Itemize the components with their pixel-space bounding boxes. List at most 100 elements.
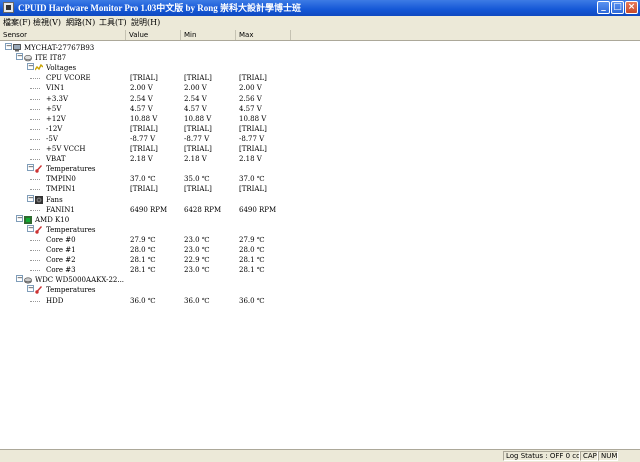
column-value[interactable]: Value	[126, 30, 181, 40]
sensor-value: 28.0 ℃	[130, 246, 156, 254]
tree-connector	[30, 300, 40, 302]
sensor-min: 23.0 ℃	[184, 235, 210, 244]
tree-connector	[30, 118, 40, 120]
num-indicator: NUM	[598, 451, 618, 461]
app-icon[interactable]	[3, 2, 14, 13]
sensor-row[interactable]: TMPIN0 37.0 ℃ 35.0 ℃ 37.0 ℃	[0, 174, 640, 184]
sensor-name: TMPIN0	[46, 175, 76, 184]
collapse-toggle-icon[interactable]: −	[27, 63, 34, 71]
sensor-name: CPU VCORE	[46, 74, 91, 83]
sensor-value: [TRIAL]	[130, 124, 158, 133]
column-max[interactable]: Max	[236, 30, 291, 40]
node-label: Fans	[46, 195, 63, 204]
tree-connector	[30, 98, 40, 100]
sensor-name: VIN1	[46, 84, 65, 93]
menu-tools[interactable]: 工具(T)	[99, 16, 127, 29]
sensor-name: TMPIN1	[46, 185, 76, 194]
log-status: Log Status : OFF 0 conn	[503, 451, 580, 461]
sensor-min: 36.0 ℃	[184, 296, 210, 305]
tree-node-cpu-temperatures[interactable]: − Temperatures	[0, 224, 640, 235]
close-button[interactable]: ×	[625, 1, 638, 14]
sensor-min: [TRIAL]	[184, 124, 212, 133]
maximize-button[interactable]: □	[611, 1, 624, 14]
sensor-name: Core #0	[46, 235, 76, 244]
tree-connector	[30, 239, 40, 241]
node-label: Temperatures	[46, 165, 96, 174]
minimize-button[interactable]: _	[597, 1, 610, 14]
sensor-row[interactable]: CPU VCORE [TRIAL] [TRIAL] [TRIAL]	[0, 73, 640, 83]
sensor-min: 2.00 V	[184, 84, 207, 93]
sensor-min: 23.0 ℃	[184, 246, 210, 254]
sensor-max: [TRIAL]	[239, 185, 267, 194]
menu-file[interactable]: 檔案(F)	[3, 16, 31, 29]
tree-node-voltages[interactable]: − Voltages	[0, 63, 640, 73]
menu-help[interactable]: 說明(H)	[131, 16, 160, 29]
title-bar[interactable]: CPUID Hardware Monitor Pro 1.03中文版 by Ro…	[0, 0, 640, 16]
sensor-min: 10.88 V	[184, 114, 212, 123]
collapse-toggle-icon[interactable]: −	[27, 224, 34, 232]
collapse-toggle-icon[interactable]: −	[27, 164, 34, 172]
tree-connector	[30, 108, 40, 110]
node-label: AMD K10	[35, 215, 70, 224]
tree-node-fans[interactable]: − Fans	[0, 194, 640, 205]
sensor-min: 23.0 ℃	[184, 266, 210, 275]
node-label: Temperatures	[46, 225, 96, 234]
tree-node-computer[interactable]: − MYCHAT-27767B93	[0, 43, 640, 53]
sensor-value: 10.88 V	[130, 114, 158, 123]
column-min[interactable]: Min	[181, 30, 236, 40]
collapse-toggle-icon[interactable]: −	[16, 275, 23, 283]
sensor-row[interactable]: FANIN1 6490 RPM 6428 RPM 6490 RPM	[0, 205, 640, 215]
sensor-tree[interactable]: − MYCHAT-27767B93− ITE IT87− Voltages CPU VC…	[0, 41, 640, 449]
sensor-row[interactable]: VIN1 2.00 V 2.00 V 2.00 V	[0, 83, 640, 93]
column-header: Sensor Value Min Max	[0, 30, 640, 41]
tree-node-temperatures[interactable]: − Temperatures	[0, 164, 640, 174]
tree-connector	[30, 78, 40, 80]
menu-network[interactable]: 網路(N)	[66, 16, 95, 29]
sensor-row[interactable]: +5V 4.57 V 4.57 V 4.57 V	[0, 104, 640, 114]
sensor-name: +12V	[46, 114, 66, 123]
sensor-max: 2.56 V	[239, 94, 262, 103]
collapse-toggle-icon[interactable]: −	[16, 53, 23, 61]
tree-connector	[30, 149, 40, 150]
sensor-min: -8.77 V	[184, 134, 210, 143]
tree-connector	[30, 138, 40, 140]
sensor-max: [TRIAL]	[239, 145, 267, 153]
sensor-max: 28.1 ℃	[239, 266, 265, 275]
sensor-row[interactable]: -5V -8.77 V -8.77 V -8.77 V	[0, 134, 640, 144]
sensor-min: 6428 RPM	[184, 205, 222, 214]
tree-node-hdd[interactable]: − WDC WD5000AAKX-22...	[0, 275, 640, 285]
sensor-row[interactable]: Core #2 28.1 ℃ 22.9 ℃ 28.1 ℃	[0, 255, 640, 265]
sensor-row[interactable]: Core #0 27.9 ℃ 23.0 ℃ 27.9 ℃	[0, 235, 640, 245]
sensor-row[interactable]: VBAT 2.18 V 2.18 V 2.18 V	[0, 154, 640, 164]
sensor-value: 4.57 V	[130, 104, 153, 113]
sensor-row[interactable]: Core #1 28.0 ℃ 23.0 ℃ 28.0 ℃	[0, 245, 640, 255]
sensor-name: Core #2	[46, 256, 76, 265]
sensor-row[interactable]: +5V VCCH [TRIAL] [TRIAL] [TRIAL]	[0, 144, 640, 154]
node-label: WDC WD5000AAKX-22...	[35, 276, 125, 285]
collapse-toggle-icon[interactable]: −	[16, 214, 23, 222]
sensor-value: 28.1 ℃	[130, 266, 156, 275]
sensor-max: 36.0 ℃	[239, 296, 265, 305]
sensor-min: [TRIAL]	[184, 145, 212, 153]
tree-node-chip[interactable]: − ITE IT87	[0, 53, 640, 63]
sensor-value: [TRIAL]	[130, 145, 158, 153]
sensor-row[interactable]: TMPIN1 [TRIAL] [TRIAL] [TRIAL]	[0, 184, 640, 194]
collapse-toggle-icon[interactable]: −	[27, 285, 34, 293]
sensor-row[interactable]: +3.3V 2.54 V 2.54 V 2.56 V	[0, 94, 640, 104]
tree-node-hdd-temperatures[interactable]: − Temperatures	[0, 285, 640, 295]
collapse-toggle-icon[interactable]: −	[5, 43, 12, 50]
sensor-max: 2.00 V	[239, 84, 262, 93]
sensor-row[interactable]: -12V [TRIAL] [TRIAL] [TRIAL]	[0, 124, 640, 134]
sensor-max: -8.77 V	[239, 134, 265, 143]
tree-connector	[30, 179, 40, 181]
tree-connector	[30, 250, 40, 251]
collapse-toggle-icon[interactable]: −	[27, 194, 34, 202]
sensor-row[interactable]: +12V 10.88 V 10.88 V 10.88 V	[0, 114, 640, 124]
column-sensor[interactable]: Sensor	[0, 30, 126, 40]
sensor-max: 37.0 ℃	[239, 175, 265, 184]
sensor-row[interactable]: Core #3 28.1 ℃ 23.0 ℃ 28.1 ℃	[0, 265, 640, 275]
sensor-value: 2.18 V	[130, 155, 153, 164]
sensor-row[interactable]: HDD 36.0 ℃ 36.0 ℃ 36.0 ℃	[0, 296, 640, 306]
tree-node-cpu[interactable]: − AMD K10	[0, 214, 640, 225]
menu-view[interactable]: 檢視(V)	[33, 16, 61, 29]
